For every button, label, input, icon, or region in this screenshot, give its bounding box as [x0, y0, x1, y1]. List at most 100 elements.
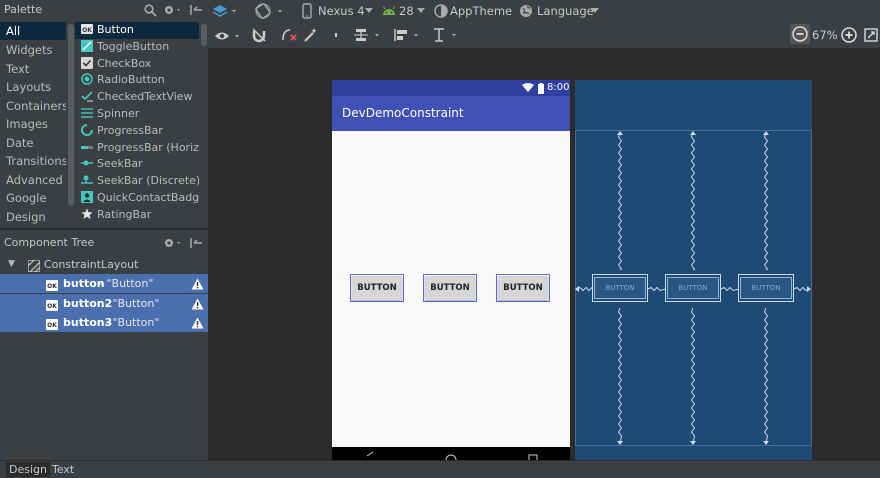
widget-item-togglebutton[interactable]: ToggleButton — [75, 39, 199, 56]
widget-item-progressbar-horizontal[interactable]: ProgressBar (Horizo — [75, 140, 199, 157]
widget-label: RadioButton — [97, 73, 165, 87]
battery-icon — [537, 82, 544, 94]
preview-button-1[interactable]: BUTTON — [352, 276, 402, 300]
component-tree-title: Component Tree — [4, 236, 95, 249]
horizontal-progress-bar-icon — [81, 141, 93, 153]
collapse-panel-icon[interactable] — [189, 3, 203, 17]
widget-item-checkedtextview[interactable]: CheckedTextView — [75, 89, 199, 106]
eye-view-options-icon[interactable] — [214, 28, 244, 44]
widget-scrollbar-thumb[interactable] — [201, 24, 207, 46]
widget-item-radiobutton[interactable]: RadioButton — [75, 72, 199, 89]
category-layouts[interactable]: Layouts — [0, 78, 66, 96]
theme-icon — [434, 3, 448, 19]
tree-item-text: - "Button" — [105, 297, 160, 310]
wifi-signal-icon — [522, 82, 534, 94]
checkbox-icon — [81, 56, 93, 69]
widget-label: ToggleButton — [97, 39, 170, 53]
device-dropdown[interactable]: Nexus 4 — [318, 4, 365, 18]
palette-title: Palette — [4, 3, 43, 16]
infer-constraints-wand-icon[interactable] — [303, 26, 319, 44]
theme-dropdown[interactable]: AppTheme — [450, 4, 512, 18]
android-robot-icon — [381, 3, 397, 19]
widget-label: SeekBar (Discrete) — [97, 174, 199, 188]
button-widget-icon: OK — [46, 317, 58, 336]
design-surface-layers-icon[interactable] — [212, 2, 238, 20]
tree-root-constraintlayout[interactable]: ▼ ConstraintLayout — [0, 255, 208, 274]
widget-label: ProgressBar (Horizo — [97, 140, 199, 154]
status-time: 8:00 — [547, 82, 570, 93]
chevron-down-icon[interactable] — [416, 4, 426, 18]
widget-item-spinner[interactable]: Spinner — [75, 106, 199, 123]
expand-arrow-icon[interactable]: ▼ — [8, 255, 15, 274]
clear-constraints-icon[interactable] — [280, 26, 298, 44]
tree-collapse-icon[interactable] — [189, 236, 203, 250]
widget-item-ratingbar[interactable]: RatingBar — [75, 207, 199, 224]
tree-item-text: - "Button" — [105, 316, 160, 329]
category-advanced[interactable]: Advanced — [0, 171, 66, 189]
zoom-in-icon[interactable] — [840, 26, 858, 44]
widget-item-quickcontactbadge[interactable]: QuickContactBadge — [75, 190, 199, 207]
category-containers[interactable]: Containers — [0, 97, 68, 115]
category-date[interactable]: Date — [0, 134, 66, 152]
blueprint-button-1[interactable]: BUTTON — [594, 277, 646, 299]
chevron-down-icon[interactable] — [590, 4, 600, 18]
home-nav-icon — [445, 452, 457, 460]
toggle-button-icon — [81, 39, 93, 52]
preview-button-3[interactable]: BUTTON — [498, 276, 548, 300]
language-dropdown[interactable]: Language — [537, 4, 594, 18]
globe-icon — [518, 3, 534, 19]
widget-item-seekbar-discrete[interactable]: SeekBar (Discrete) — [75, 173, 199, 190]
tree-item-button2[interactable]: OK button2 - "Button" — [0, 294, 208, 313]
status-bar — [332, 80, 570, 96]
tab-text[interactable]: Text — [49, 462, 77, 477]
zoom-to-fit-icon[interactable] — [863, 27, 879, 43]
widget-label: Button — [97, 23, 134, 36]
settings-gear-icon[interactable] — [163, 3, 183, 17]
zoom-out-icon[interactable] — [790, 24, 810, 44]
widget-item-button[interactable]: OK Button — [75, 22, 199, 39]
tree-item-button3[interactable]: OK button3 - "Button" — [0, 313, 208, 332]
tree-settings-gear-icon[interactable] — [163, 236, 183, 250]
preview-button-2[interactable]: BUTTON — [425, 276, 475, 300]
widget-item-seekbar[interactable]: SeekBar — [75, 156, 199, 173]
autoconnect-magnet-icon[interactable] — [251, 27, 267, 43]
blueprint-button-3[interactable]: BUTTON — [740, 277, 792, 299]
tree-item-button[interactable]: OK button - "Button" — [0, 274, 208, 293]
widget-label: SeekBar — [97, 157, 143, 171]
tab-design[interactable]: Design — [6, 462, 50, 477]
back-nav-icon — [364, 451, 376, 460]
pack-distribute-icon[interactable] — [353, 26, 383, 44]
button-widget-icon: OK — [81, 23, 93, 35]
widget-item-checkbox[interactable]: CheckBox — [75, 56, 199, 73]
category-scrollbar-thumb[interactable] — [68, 24, 74, 206]
default-margin-icon[interactable] — [333, 28, 339, 42]
category-google[interactable]: Google — [0, 189, 66, 207]
tree-item-text: - "Button" — [99, 277, 154, 290]
device-phone-icon[interactable] — [301, 2, 313, 20]
guidelines-icon[interactable] — [432, 26, 462, 44]
widget-scrollbar[interactable] — [199, 22, 208, 228]
blueprint-button-2[interactable]: BUTTON — [667, 277, 719, 299]
zoom-level: 67% — [812, 28, 838, 42]
orientation-rotate-icon[interactable] — [254, 2, 286, 20]
widget-label: RatingBar — [97, 207, 152, 221]
widget-label: CheckBox — [97, 56, 152, 70]
design-preview-screen[interactable] — [332, 80, 570, 460]
widget-label: Spinner — [97, 107, 140, 120]
chevron-down-icon[interactable] — [364, 4, 374, 18]
category-all[interactable]: All — [0, 22, 66, 40]
api-level-dropdown[interactable]: 28 — [399, 4, 414, 18]
checked-text-view-icon — [81, 90, 93, 102]
warning-icon[interactable] — [191, 316, 204, 335]
category-transitions[interactable]: Transitions — [0, 152, 68, 170]
category-text[interactable]: Text — [0, 60, 66, 78]
widget-label: CheckedTextView — [97, 90, 193, 104]
widget-item-progressbar[interactable]: ProgressBar — [75, 123, 199, 140]
search-icon[interactable] — [143, 3, 157, 17]
category-widgets[interactable]: Widgets — [0, 41, 66, 59]
category-images[interactable]: Images — [0, 115, 66, 133]
category-design[interactable]: Design — [0, 208, 66, 226]
quick-contact-badge-icon — [81, 191, 93, 203]
align-icon[interactable] — [393, 26, 423, 44]
discrete-seekbar-icon — [81, 174, 93, 186]
